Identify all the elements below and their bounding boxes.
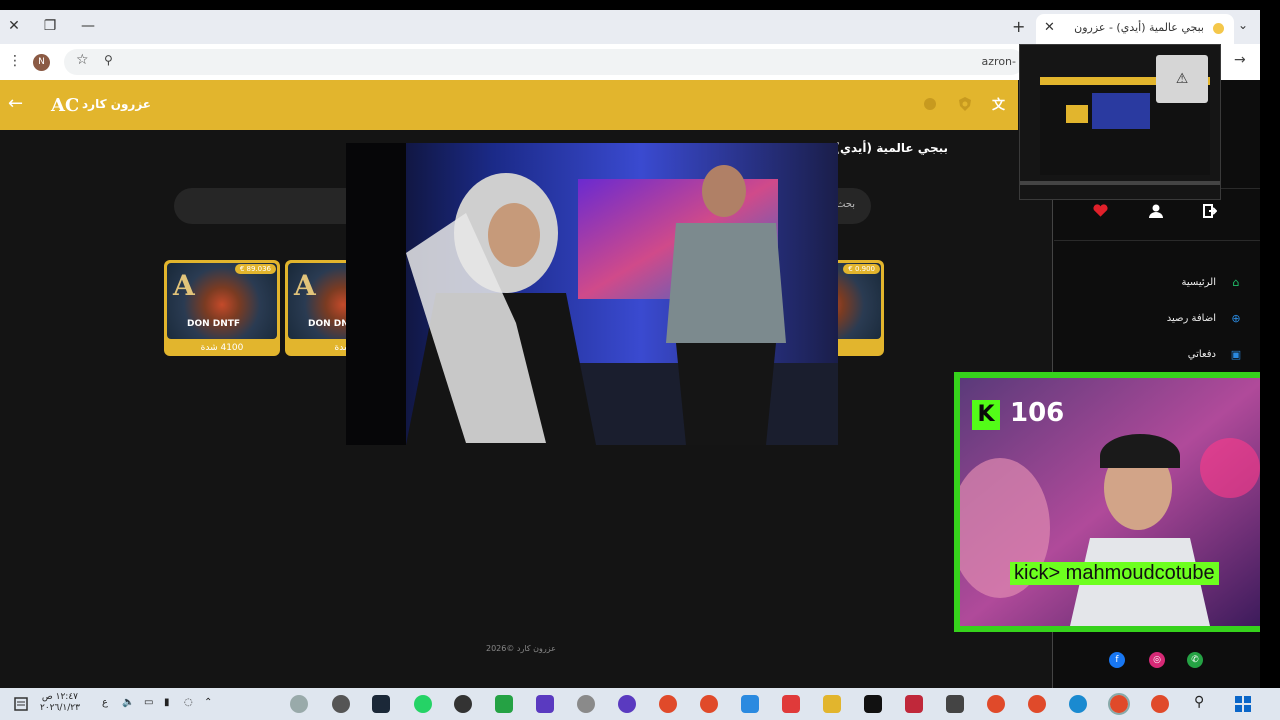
stream-handle-label: kick> mahmoudcotube [1010,562,1219,585]
kick-logo-icon: K [972,400,1000,430]
app-icon[interactable] [905,695,923,713]
top-black-band [0,0,1280,10]
windows-start-icon[interactable] [1234,695,1252,713]
tab-title: ببجي عالمية (أيدي) - عزرون [1074,21,1204,34]
product-card[interactable]: A DON DNTF € 89.036 4100 شدة [164,260,280,356]
translate-icon[interactable]: 文 [992,96,1008,112]
nav-label: اضافة رصيد [1166,312,1216,324]
nav-item-add-balance[interactable]: ⊕ اضافة رصيد [1167,309,1242,327]
chrome-icon[interactable] [659,695,677,713]
browser-menu-icon[interactable]: ⋮ [8,53,22,69]
tab-list-chevron-icon[interactable]: ⌄ [1238,18,1248,32]
network-icon[interactable]: ▭ [144,697,153,708]
app-icon[interactable] [618,695,636,713]
screen: ✕ ❐ — + ✕ ببجي عالمية (أيدي) - عزرون ⌄ ⋮… [0,0,1280,720]
webcam-frame [954,372,1272,632]
restore-window-button[interactable]: ❐ [42,18,58,34]
windows-taskbar: ١٢:٤٧ ص ٢٠٢٦/١/٢٣ ع 🔈 ▭ ▮ ◌ ⌃ ⚲ [0,688,1280,720]
svg-text:文: 文 [992,97,1006,112]
microphone-icon[interactable]: ▮ [164,697,170,708]
new-tab-button[interactable]: + [1012,17,1025,36]
shield-icon[interactable] [957,96,973,112]
logo-icon: AC [50,95,78,116]
site-logo-text[interactable]: عزرون كارد [82,97,151,111]
facebook-icon[interactable]: f [1109,652,1125,668]
search-icon[interactable]: ⚲ [1194,694,1204,710]
close-window-button[interactable]: ✕ [6,18,22,34]
nav-label: الرئيسية [1181,276,1216,288]
svg-text:AC: AC [50,95,78,116]
close-tab-icon[interactable]: ✕ [1044,20,1055,35]
taskbar-app-icon[interactable] [290,695,308,713]
settings-gear-icon[interactable] [332,695,350,713]
app-icon[interactable] [495,695,513,713]
site-footer: عزرون كارد ©2026 [486,644,556,653]
drawer-divider [1054,240,1260,241]
page-title: ببجي عالمية (أيدي) [834,141,949,155]
active-tab[interactable]: ✕ ببجي عالمية (أيدي) - عزرون [1036,14,1234,44]
chrome-icon[interactable] [1151,695,1169,713]
app-icon[interactable] [946,695,964,713]
chrome-icon[interactable] [1028,695,1046,713]
product-image: A DON DNTF [167,263,277,339]
tiktok-icon[interactable] [864,695,882,713]
browser-tab-strip: ✕ ❐ — + ✕ ببجي عالمية (أيدي) - عزرون ⌄ [0,10,1260,44]
obs-icon[interactable] [454,695,472,713]
url-text[interactable]: azron- [982,55,1016,68]
time-text: ١٢:٤٧ ص [41,692,79,702]
video-overlay [346,143,838,445]
chrome-icon[interactable] [700,695,718,713]
search-placeholder: بحث [835,199,855,210]
price-badge: € 0.900 [843,264,880,274]
logout-icon[interactable] [1203,204,1217,218]
tab-preview-popup: ⚠ [1019,44,1221,200]
heart-icon[interactable] [1093,204,1108,218]
viewer-count: 106 [1010,398,1065,428]
profile-avatar[interactable]: N [33,54,50,71]
minimize-window-button[interactable]: — [80,18,96,34]
product-label: 4100 شدة [200,343,244,353]
volume-icon[interactable]: 🔈 [122,697,134,708]
notification-icon[interactable] [12,695,30,713]
user-icon[interactable] [1149,204,1163,218]
nav-label: دفعاتي [1187,348,1216,360]
app-icon[interactable] [782,695,800,713]
instagram-icon[interactable]: ◎ [1149,652,1165,668]
payments-icon: ▣ [1230,347,1242,361]
taskbar-clock[interactable]: ١٢:٤٧ ص ٢٠٢٦/١/٢٣ [40,692,80,714]
chevron-up-icon[interactable]: ⌃ [204,697,212,708]
date-text: ٢٠٢٦/١/٢٣ [40,703,80,713]
streamer-overlay: K 106 kick> mahmoudcotube [954,372,1272,632]
bell-icon[interactable] [922,96,938,112]
forward-arrow-icon[interactable]: → [1234,52,1246,68]
language-indicator[interactable]: ع [102,697,108,708]
app-icon[interactable] [577,695,595,713]
warning-icon: ⚠ [1156,55,1208,103]
chrome-icon[interactable] [987,695,1005,713]
tab-favicon-icon [1213,23,1224,34]
steam-icon[interactable] [372,695,390,713]
whatsapp-icon[interactable] [414,695,432,713]
nav-item-home[interactable]: ⌂ الرئيسية [1182,273,1242,291]
home-icon: ⌂ [1232,275,1240,289]
video-frame-image [346,143,838,445]
price-badge: € 89.036 [234,264,276,274]
webcam-image [960,378,1266,626]
folder-icon[interactable] [823,695,841,713]
chrome-icon[interactable] [1108,693,1130,715]
app-icon[interactable] [741,695,759,713]
wallet-icon: ⊕ [1231,311,1241,325]
back-arrow-icon[interactable]: ← [8,93,23,114]
tray-app-icon[interactable]: ◌ [184,697,193,708]
edge-icon[interactable] [1069,695,1087,713]
app-icon[interactable] [536,695,554,713]
right-black-edge [1260,10,1280,688]
nav-item-payments[interactable]: ▣ دفعاتي [1188,345,1242,363]
omnibox[interactable]: ☆ ⚲ azron- [64,49,1024,75]
site-info-icon[interactable]: ⚲ [104,53,113,67]
bookmark-star-icon[interactable]: ☆ [76,52,89,68]
whatsapp-icon[interactable]: ✆ [1187,652,1203,668]
site-header: ← AC عزرون كارد 文 [0,80,1018,130]
